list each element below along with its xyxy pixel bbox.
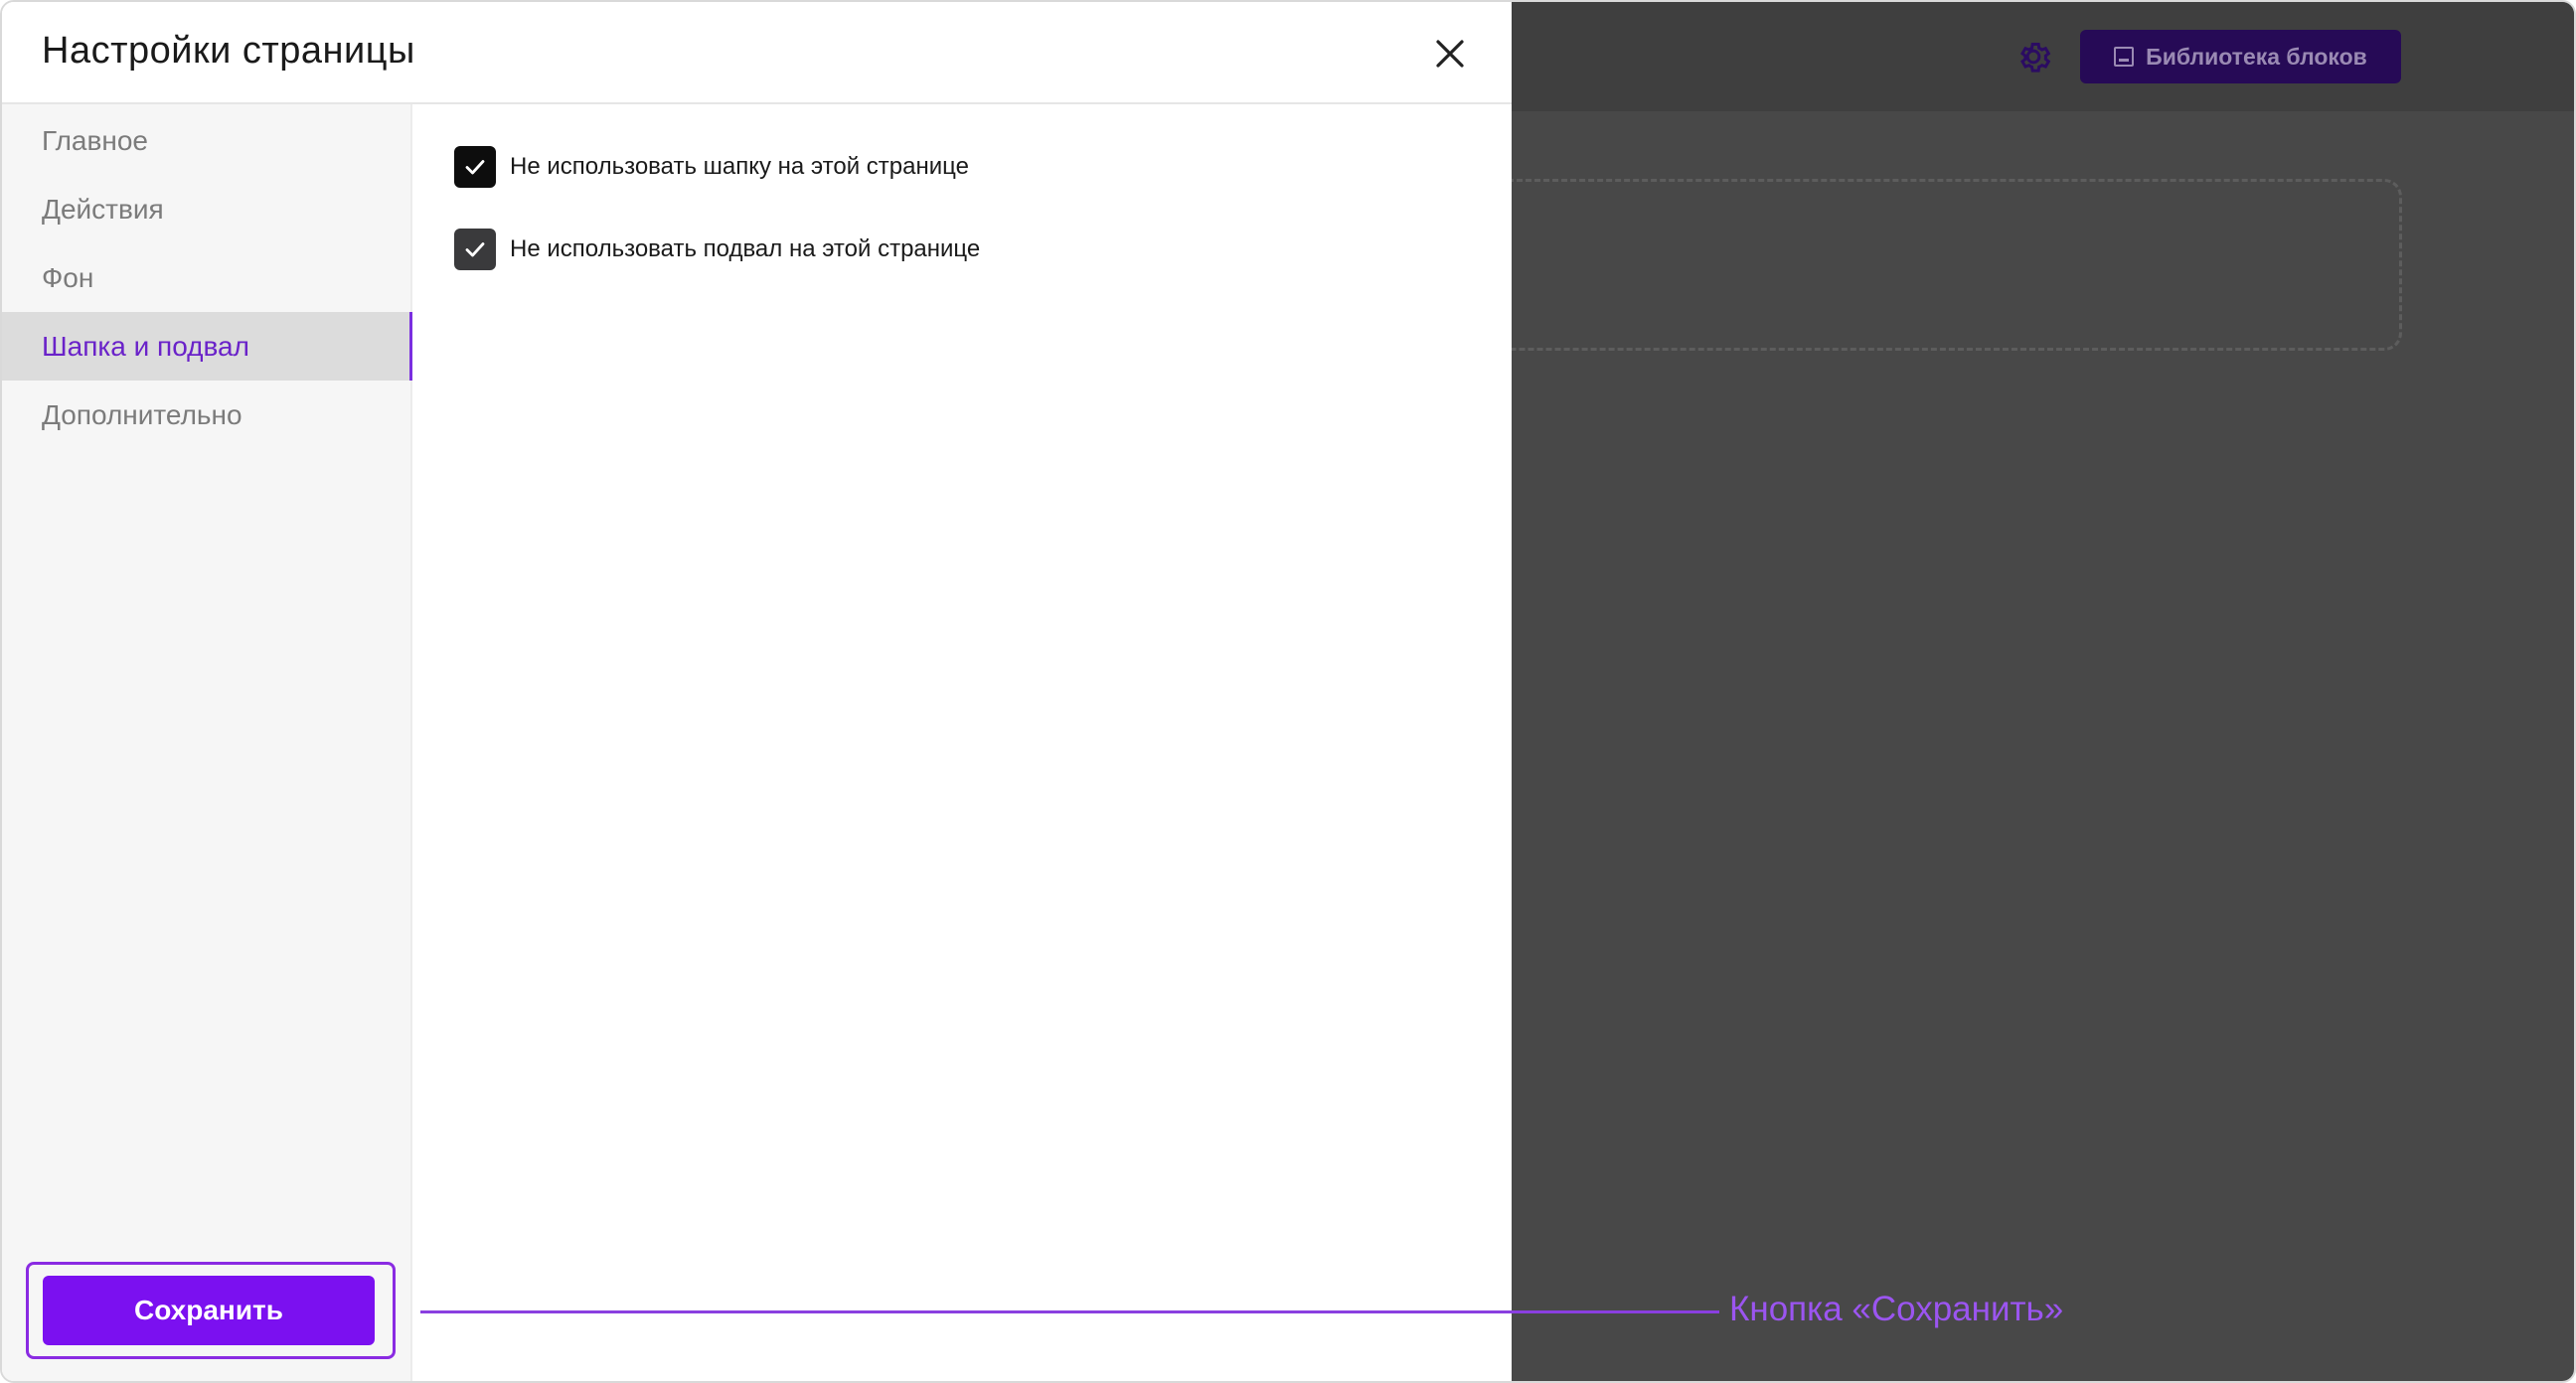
option-hide-header[interactable]: Не использовать шапку на этой странице bbox=[454, 146, 969, 188]
settings-button[interactable] bbox=[2012, 35, 2055, 78]
save-button[interactable]: Сохранить bbox=[43, 1276, 375, 1345]
block-library-label: Библиотека блоков bbox=[2146, 43, 2367, 70]
option-label: Не использовать шапку на этой странице bbox=[510, 153, 969, 180]
modal-title: Настройки страницы bbox=[42, 30, 415, 72]
check-icon bbox=[465, 242, 485, 257]
sidebar-item-actions[interactable]: Действия bbox=[2, 175, 412, 243]
settings-sidebar: Главное Действия Фон Шапка и подвал Допо… bbox=[2, 104, 412, 1381]
sidebar-item-label: Дополнительно bbox=[42, 398, 242, 430]
gear-icon bbox=[2020, 43, 2051, 73]
editor-backdrop: Библиотека блоков bbox=[1472, 2, 2574, 1381]
option-label: Не использовать подвал на этой странице bbox=[510, 235, 981, 262]
app-window: Библиотека блоков Настройки страницы Гла… bbox=[0, 0, 2576, 1383]
library-icon bbox=[2114, 47, 2135, 67]
close-button[interactable] bbox=[1428, 32, 1472, 76]
sidebar-item-label: Шапка и подвал bbox=[42, 330, 249, 362]
hide-footer-checkbox[interactable] bbox=[454, 229, 496, 270]
sidebar-item-header-footer[interactable]: Шапка и подвал bbox=[2, 312, 412, 381]
block-library-button[interactable]: Библиотека блоков bbox=[2080, 30, 2401, 83]
close-icon bbox=[1436, 40, 1464, 68]
sidebar-item-additional[interactable]: Дополнительно bbox=[2, 381, 412, 449]
sidebar-item-background[interactable]: Фон bbox=[2, 243, 412, 312]
page-settings-modal: Настройки страницы Главное Действия Фон … bbox=[2, 2, 1512, 1381]
annotation-label: Кнопка «Сохранить» bbox=[1729, 1290, 2064, 1328]
hide-header-checkbox[interactable] bbox=[454, 146, 496, 188]
editor-topbar: Библиотека блоков bbox=[1512, 2, 2574, 111]
block-drop-zone[interactable] bbox=[1472, 179, 2402, 351]
sidebar-item-main[interactable]: Главное bbox=[2, 106, 412, 175]
modal-header: Настройки страницы bbox=[2, 2, 1512, 104]
sidebar-item-label: Фон bbox=[42, 261, 94, 293]
check-icon bbox=[465, 160, 485, 175]
annotation-line bbox=[420, 1310, 1719, 1313]
sidebar-item-label: Главное bbox=[42, 124, 148, 156]
sidebar-item-label: Действия bbox=[42, 193, 164, 225]
option-hide-footer[interactable]: Не использовать подвал на этой странице bbox=[454, 229, 980, 270]
settings-content: Не использовать шапку на этой странице Н… bbox=[412, 104, 1512, 1381]
